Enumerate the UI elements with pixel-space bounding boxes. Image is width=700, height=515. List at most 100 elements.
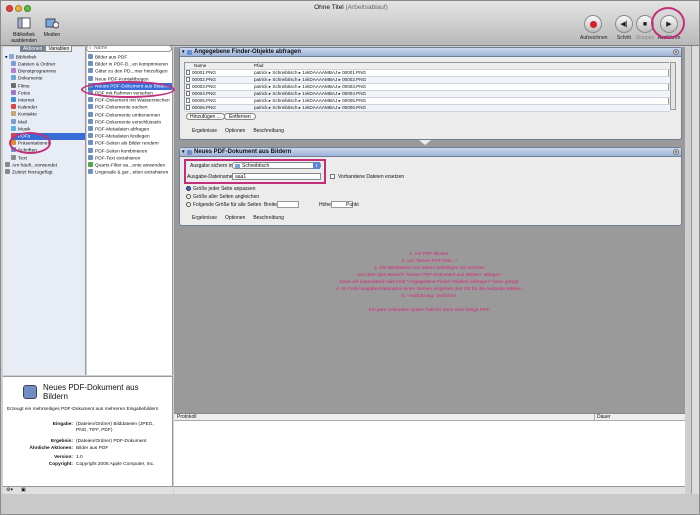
action-item-15[interactable]: Quartz-Filter au...ente anwenden (88, 162, 172, 169)
action-item-2[interactable]: Gitter zu den PD...mer hinzufügen (88, 68, 172, 75)
desc-value: 1.0 (76, 455, 83, 460)
file-name: 00006.PNG (185, 104, 253, 112)
annotation-line: 5. "Ausführung" anklicken. (401, 294, 458, 299)
tab-description[interactable]: Beschreibung (253, 128, 284, 134)
action-get-finder-items[interactable]: ▾ Angegebene Finder-Objekte abfragen × N… (179, 47, 682, 140)
tab-description[interactable]: Beschreibung (253, 215, 284, 221)
action-icon (88, 162, 93, 167)
desc-value: (Dateien/Ordner) PDF-Dokument (76, 439, 147, 444)
action-icon (88, 111, 93, 117)
category-icon (11, 75, 16, 81)
table-row[interactable]: 00006.PNG patrick ▸ Schreibtisch ▸ 1vkDAA… (185, 104, 670, 112)
action-item-1[interactable]: Bilder in PDF-D...en komprimieren (88, 61, 172, 68)
record-button[interactable]: Aufzeichnen (580, 15, 608, 41)
table-row[interactable]: 00002.PNG patrick ▸ Schreibtisch ▸ 1vkDAA… (185, 76, 670, 84)
action-icon (88, 68, 93, 74)
window-title: Ohne Titel (Arbeitsablauf) (314, 4, 388, 11)
category-0[interactable]: Dateien & Ordner (11, 61, 85, 68)
desc-value: Copyright 2006 Apple Computer, Inc. (76, 462, 155, 467)
remove-button[interactable]: Entfernen (224, 113, 256, 120)
toggle-description-icon[interactable]: ▣ (21, 487, 26, 493)
radio-custom-size-label: Folgende Größe für alle Seiten (193, 202, 262, 208)
action-item-6[interactable]: PDF-Dokument mit Wasserzeichen (88, 97, 172, 104)
category-6[interactable]: Kalender (11, 104, 85, 111)
tab-actions[interactable]: Aktionen (20, 45, 46, 52)
category-3[interactable]: Filme (11, 82, 85, 90)
action-item-14[interactable]: PDF-Text extrahieren (88, 154, 172, 162)
desc-key: Ergebnis: (50, 439, 73, 444)
record-icon (584, 15, 602, 33)
category-4[interactable]: Fotos (11, 89, 85, 97)
tab-results[interactable]: Ergebnisse (192, 128, 217, 134)
category-8[interactable]: Mail (11, 118, 85, 126)
file-icon (186, 77, 190, 82)
action-item-12[interactable]: PDF-Seiten als Bilder rendern (88, 140, 172, 147)
action-item-13[interactable]: PDF-Seiten kombinieren (88, 147, 172, 155)
action-item-7[interactable]: PDF-Dokumente suchen (88, 104, 172, 111)
automator-window: Ohne Titel (Arbeitsablauf) Bibliothek au… (0, 0, 700, 515)
add-button[interactable]: Hinzufügen ... (186, 113, 225, 120)
action2-tabs: Ergebnisse Optionen Beschreibung (192, 215, 284, 221)
close-action-icon[interactable]: × (673, 49, 679, 55)
action-item-11[interactable]: PDF-Metadaten festlegen (88, 133, 172, 140)
tab-results[interactable]: Ergebnisse (192, 215, 217, 221)
action-item-16[interactable]: Ungerade & ger...eiten extrahieren (88, 169, 172, 176)
action-item-8[interactable]: PDF-Dokumente umbenennen (88, 111, 172, 119)
action-item-10[interactable]: PDF-Metadaten abfragen (88, 126, 172, 133)
smart-group-1[interactable]: Zuletzt hinzugefügt (5, 169, 85, 176)
tab-options[interactable]: Optionen (225, 215, 245, 221)
table-row[interactable]: 00001.PNG patrick ▸ Schreibtisch ▸ 1vkDAA… (185, 69, 670, 77)
step-icon: ◀| (615, 15, 633, 33)
window-scrollbar[interactable] (691, 46, 699, 496)
radio-custom-size[interactable] (186, 202, 191, 207)
step-button[interactable]: ◀| Schritt (614, 15, 634, 41)
pdf-action-icon (187, 150, 192, 155)
close-action-icon[interactable]: × (673, 149, 679, 155)
log-col-protocol[interactable]: Protokoll (177, 414, 196, 420)
annotation-line: und über dem Bereich "Neues PDF-Dokument… (356, 273, 503, 278)
action-item-9[interactable]: PDF-Dokumente verschlüsseln (88, 118, 172, 126)
unit-label: Punkt (346, 202, 359, 208)
category-1[interactable]: Dienstprogramme (11, 68, 85, 75)
tab-variables[interactable]: Variablen (45, 45, 73, 52)
smart-folder-icon (5, 169, 10, 175)
table-row[interactable]: 00003.PNG patrick ▸ Schreibtisch ▸ 1vkDAA… (185, 83, 670, 91)
save-location-select[interactable]: Schreibtisch ⇕ (232, 162, 321, 169)
width-input[interactable] (277, 201, 299, 208)
workflow-area[interactable]: ▾ Angegebene Finder-Objekte abfragen × N… (174, 47, 685, 413)
tab-options[interactable]: Optionen (225, 128, 245, 134)
hide-library-button[interactable]: Bibliothek ausblenden (6, 15, 42, 44)
category-2[interactable]: Dokumente (11, 75, 85, 82)
action-item-0[interactable]: Bilder aus PDF (88, 54, 172, 61)
library-root[interactable]: ▾ Bibliothek (5, 54, 85, 61)
disclosure-icon[interactable]: ▾ (182, 48, 185, 57)
highlight-new-pdf-action (81, 81, 175, 98)
files-table[interactable]: Name Pfad 00001.PNG patrick ▸ Schreibtisch… (184, 62, 670, 112)
table-row[interactable]: 00005.PNG patrick ▸ Schreibtisch ▸ 1vkDAA… (185, 97, 670, 105)
table-row[interactable]: 00004.PNG patrick ▸ Schreibtisch ▸ 1vkDAA… (185, 90, 670, 98)
radio-fit-each[interactable] (186, 186, 191, 191)
action-icon (88, 75, 93, 81)
replace-checkbox[interactable] (330, 174, 335, 179)
smart-group-0[interactable]: Am häufi...verwendet (5, 162, 85, 169)
scrollbar[interactable] (670, 62, 676, 110)
category-13[interactable]: Text (11, 154, 85, 162)
category-5[interactable]: Internet (11, 97, 85, 104)
file-icon (186, 105, 190, 110)
media-button[interactable]: Medien (43, 15, 61, 38)
select-arrows-icon: ⇕ (313, 162, 320, 169)
radio-match-all[interactable] (186, 194, 191, 199)
filename-input[interactable]: aaa1 (232, 173, 321, 180)
search-input[interactable]: ⌕ Name (86, 45, 172, 52)
annotation-line (174, 300, 685, 307)
action-icon (88, 154, 93, 160)
status-bar (1, 494, 699, 514)
action-new-pdf-from-images[interactable]: ▾ Neues PDF-Dokument aus Bildern × Ausga… (179, 147, 682, 226)
category-7[interactable]: Kontakte (11, 111, 85, 118)
log-footer (174, 486, 685, 494)
action-icon (88, 104, 93, 110)
gear-icon[interactable]: ⚙▾ (6, 487, 13, 493)
disclosure-icon[interactable]: ▾ (182, 148, 185, 157)
log-col-duration[interactable]: Dauer (594, 414, 611, 420)
action-icon (88, 147, 93, 153)
